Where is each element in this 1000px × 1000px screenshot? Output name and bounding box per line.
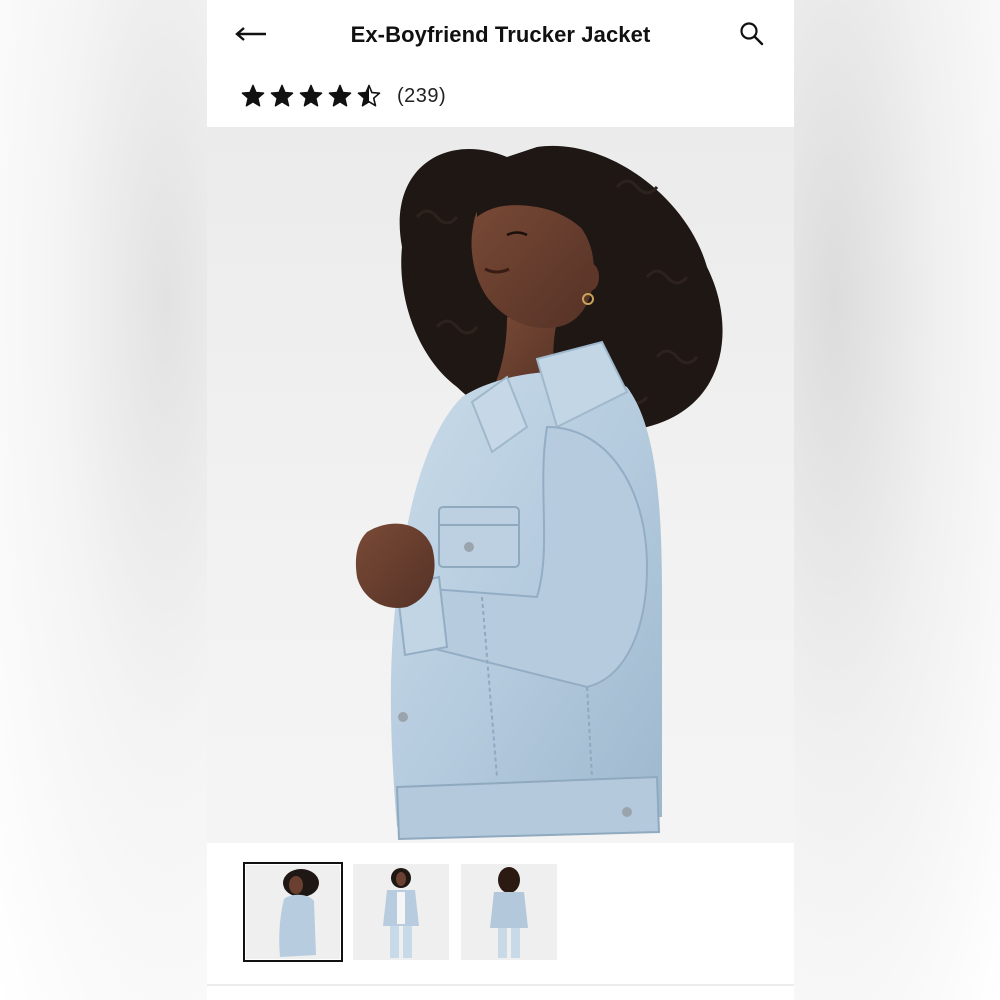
back-button[interactable]	[229, 18, 273, 54]
star-full-icon	[241, 84, 265, 107]
star-half-icon	[357, 84, 381, 107]
search-icon	[739, 21, 765, 52]
arrow-left-icon	[234, 26, 268, 47]
thumbnail-side-view[interactable]	[243, 862, 343, 962]
product-main-image[interactable]	[207, 127, 794, 843]
thumbnail-back-view[interactable]	[461, 864, 557, 960]
header-bar: Ex-Boyfriend Trucker Jacket	[207, 0, 794, 70]
background-left	[0, 0, 207, 1000]
star-full-icon	[328, 84, 352, 107]
rating-stars	[241, 84, 381, 108]
star-full-icon	[270, 84, 294, 107]
page-title: Ex-Boyfriend Trucker Jacket	[350, 22, 651, 47]
review-count: (239)	[397, 84, 447, 107]
model-figure	[355, 145, 723, 841]
divider	[207, 984, 794, 986]
thumbnail-front-view[interactable]	[353, 864, 449, 960]
search-button[interactable]	[734, 18, 770, 54]
background-right	[793, 0, 1000, 1000]
product-page: Ex-Boyfriend Trucker Jacket (239)	[207, 0, 794, 1000]
thumbnail-strip	[243, 862, 557, 962]
star-full-icon	[299, 84, 323, 107]
product-rating[interactable]: (239)	[241, 80, 446, 112]
